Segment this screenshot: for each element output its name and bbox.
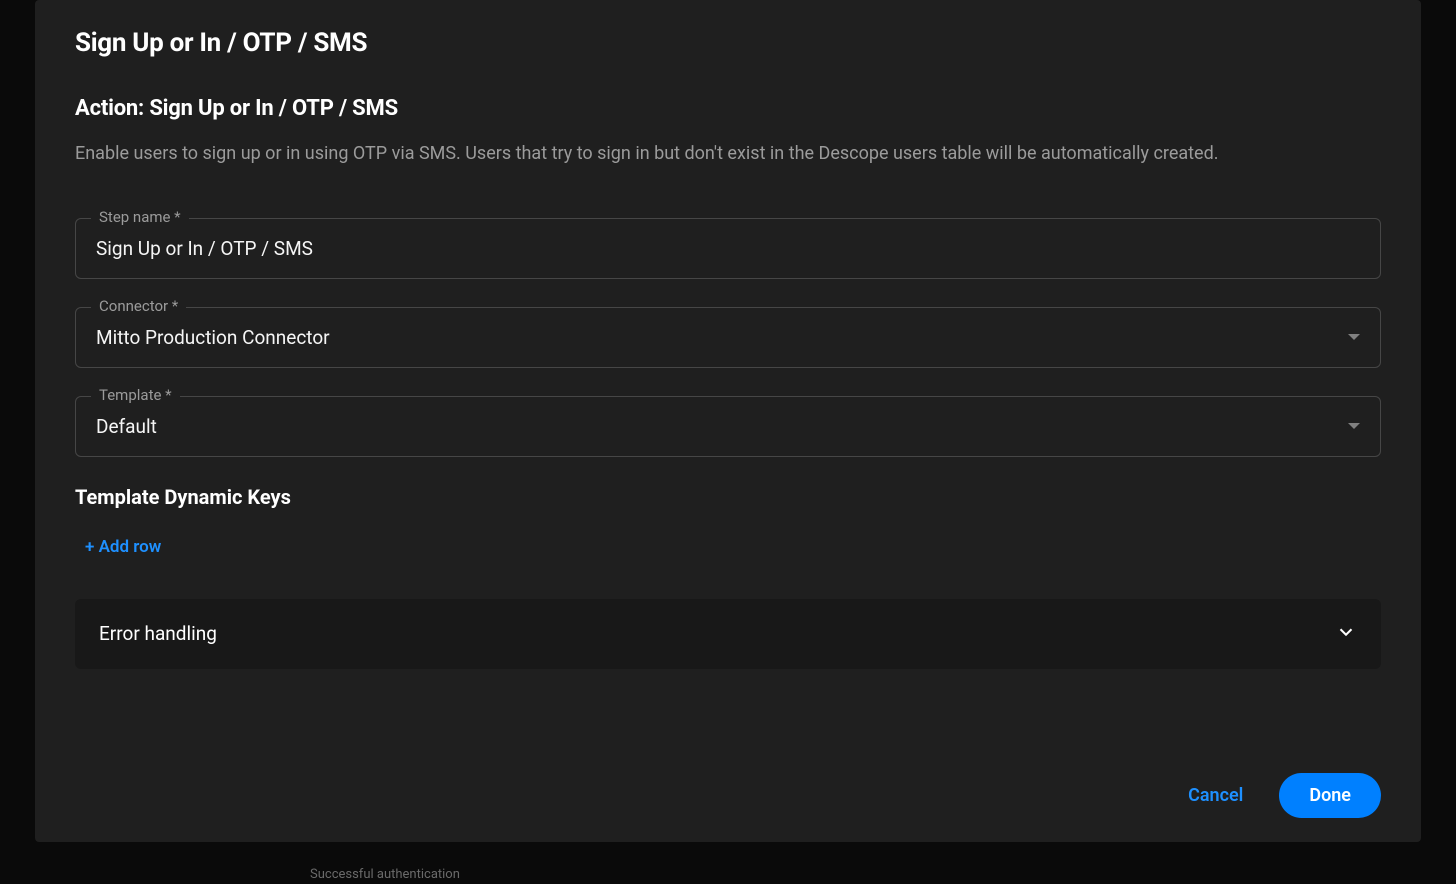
step-name-label: Step name * [91, 208, 189, 226]
modal-footer: Cancel Done [1180, 773, 1381, 818]
step-name-field-wrapper: Step name * [75, 218, 1381, 279]
action-subtitle: Action: Sign Up or In / OTP / SMS [75, 96, 1381, 121]
modal-title: Sign Up or In / OTP / SMS [75, 28, 1381, 58]
cancel-button[interactable]: Cancel [1180, 775, 1251, 816]
connector-label: Connector * [91, 297, 186, 315]
dynamic-keys-title: Template Dynamic Keys [75, 485, 1381, 509]
template-field-wrapper: Template * Default [75, 396, 1381, 457]
add-row-button[interactable]: + Add row [75, 537, 161, 557]
chevron-down-icon [1335, 621, 1357, 647]
action-config-modal: Sign Up or In / OTP / SMS Action: Sign U… [35, 0, 1421, 842]
error-handling-title: Error handling [99, 622, 217, 645]
template-value: Default [96, 415, 157, 438]
connector-value: Mitto Production Connector [96, 326, 330, 349]
connector-select[interactable]: Mitto Production Connector [75, 307, 1381, 368]
done-button[interactable]: Done [1279, 773, 1381, 818]
step-name-input[interactable] [75, 218, 1381, 279]
template-select[interactable]: Default [75, 396, 1381, 457]
connector-field-wrapper: Connector * Mitto Production Connector [75, 307, 1381, 368]
dropdown-arrow-icon [1348, 334, 1360, 340]
error-handling-accordion[interactable]: Error handling [75, 599, 1381, 669]
backdrop-text: Successful authentication [310, 867, 460, 882]
dropdown-arrow-icon [1348, 423, 1360, 429]
action-description: Enable users to sign up or in using OTP … [75, 139, 1355, 170]
template-label: Template * [91, 386, 180, 404]
